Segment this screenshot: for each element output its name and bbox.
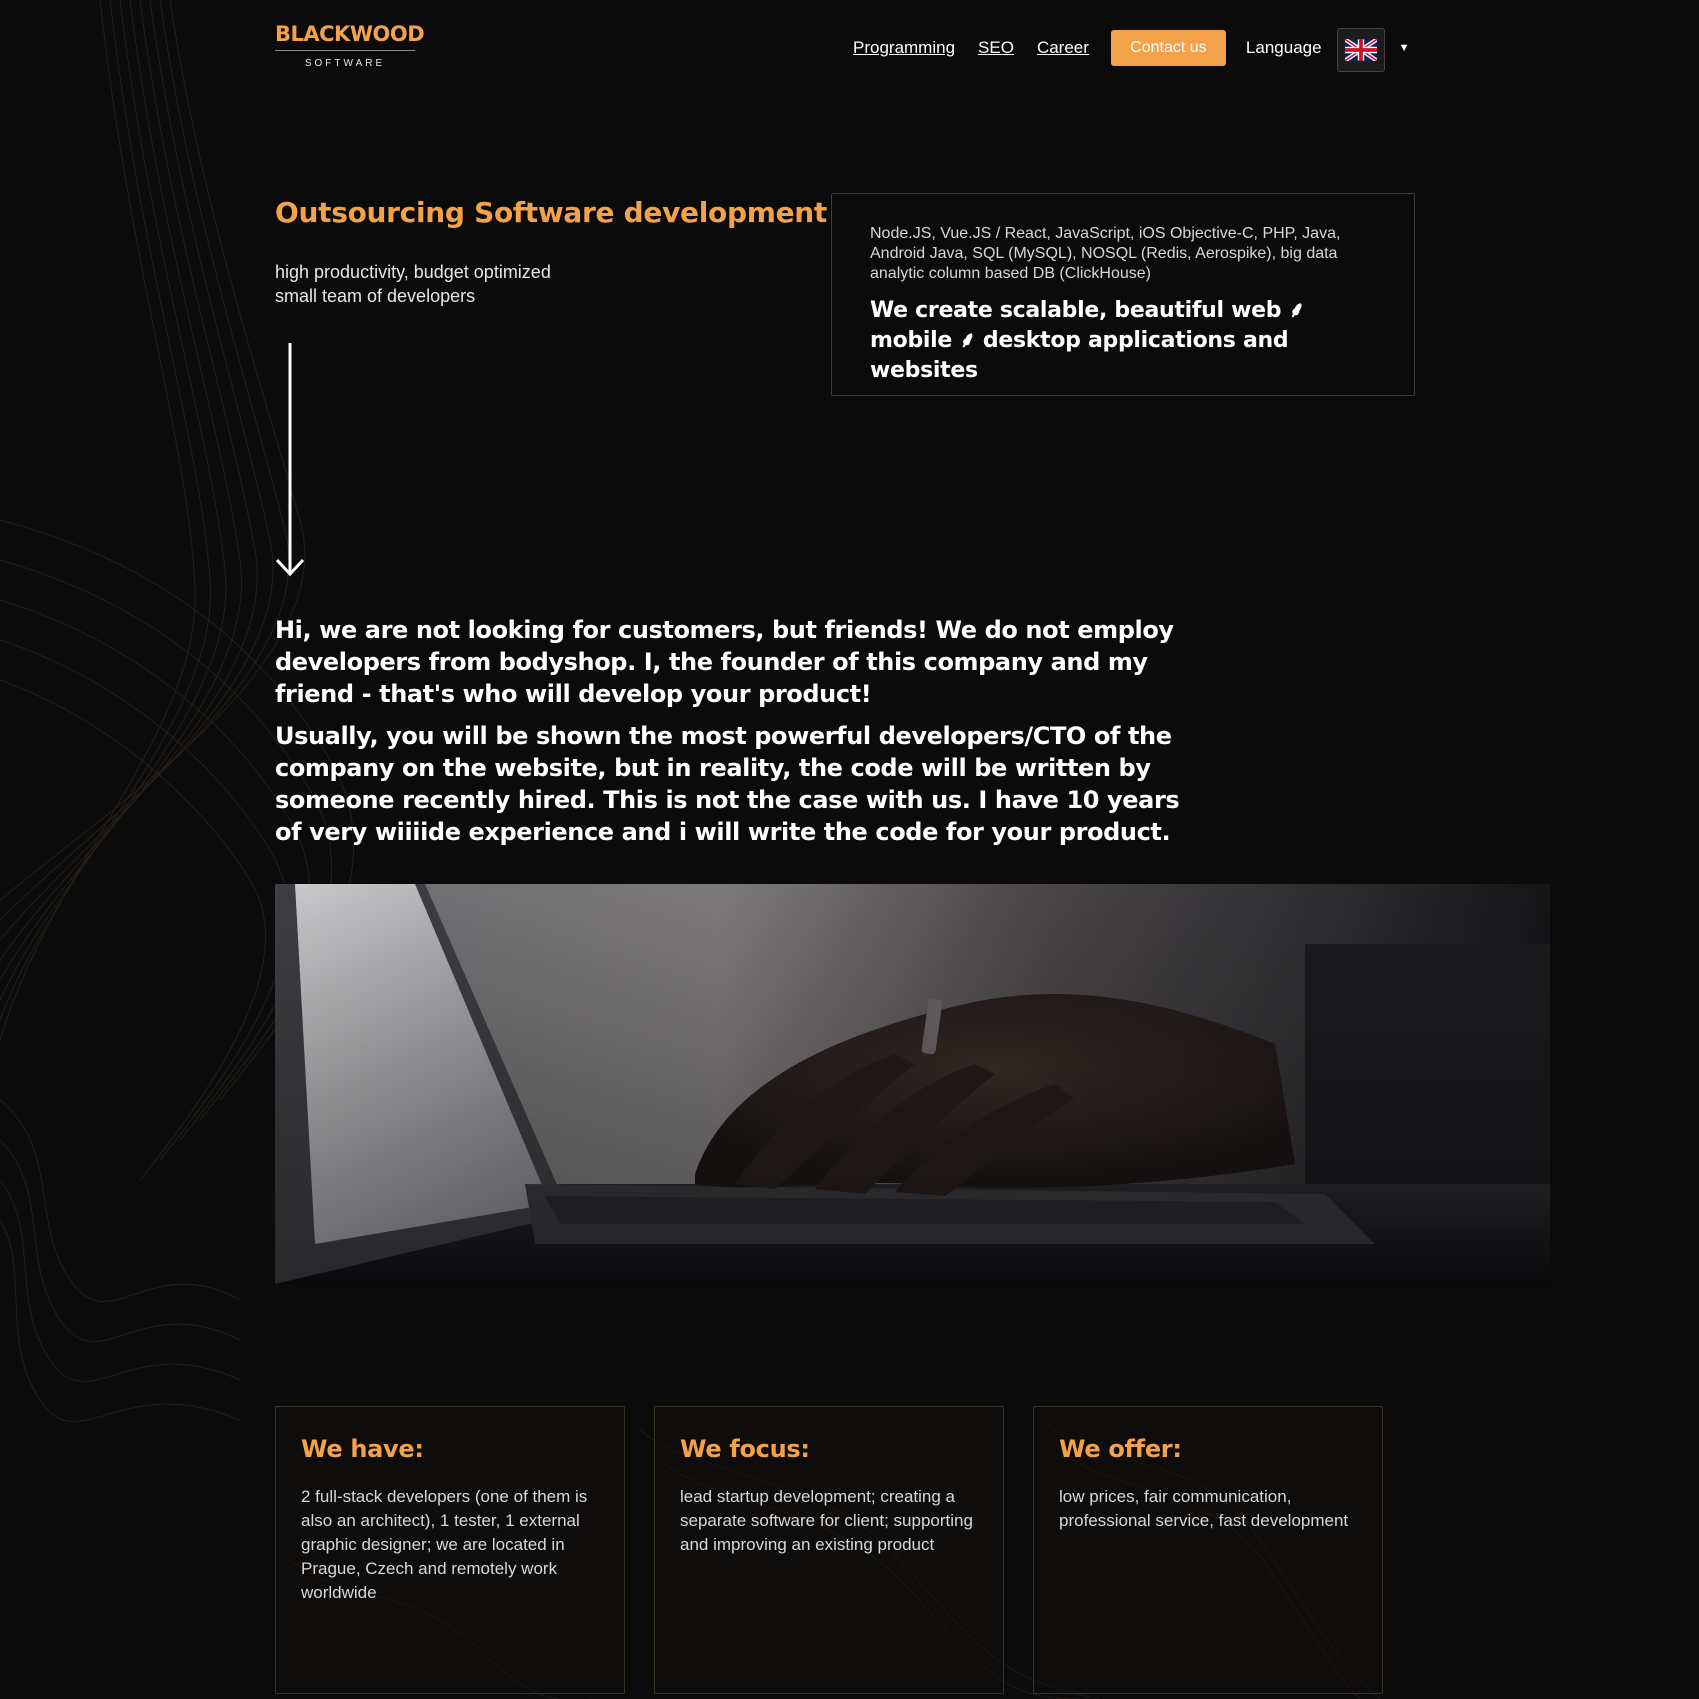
card-we-offer: We offer: low prices, fair communication… [1033, 1406, 1383, 1694]
hero-subtitle-line: small team of developers [275, 286, 476, 306]
nav-link-career[interactable]: Career [1037, 38, 1089, 58]
caret-down-icon[interactable]: ▼ [1399, 42, 1410, 54]
card-we-focus: We focus: lead startup development; crea… [654, 1406, 1004, 1694]
card-title: We focus: [680, 1435, 810, 1463]
hero-subtitle: high productivity, budget optimized smal… [275, 260, 551, 308]
separator-icon: ⸙ [1288, 298, 1306, 323]
page: BLACKWOOD SOFTWARE Programming SEO Caree… [0, 0, 1699, 1699]
intro-paragraph: Hi, we are not looking for customers, bu… [275, 616, 1174, 708]
separator-icon: ⸙ [959, 328, 976, 353]
language-selector[interactable] [1336, 28, 1385, 72]
card-title: We have: [301, 1435, 424, 1463]
uk-flag-icon [1344, 39, 1377, 61]
card-text: lead startup development; creating a sep… [680, 1487, 973, 1554]
tech-headline: We create scalable, beautiful web ⸙ mobi… [870, 296, 1378, 386]
card-text: low prices, fair communication, professi… [1059, 1487, 1349, 1530]
card-title: We offer: [1059, 1435, 1182, 1463]
nav-link-programming[interactable]: Programming [853, 38, 955, 58]
logo-wordmark: BLACKWOOD [275, 22, 425, 51]
arrow-down-icon[interactable] [270, 343, 306, 579]
headline-text: We create scalable, beautiful web [870, 298, 1289, 323]
nav-link-seo[interactable]: SEO [978, 38, 1014, 58]
main-nav: Programming SEO Career Contact us Langua… [853, 28, 1410, 72]
logo-tagline: SOFTWARE [304, 58, 386, 69]
logo[interactable]: BLACKWOOD SOFTWARE [275, 22, 425, 69]
intro-text: Hi, we are not looking for customers, bu… [275, 614, 1195, 848]
tech-stack-box: Node.JS, Vue.JS / React, JavaScript, iOS… [831, 193, 1415, 396]
intro-paragraph: Usually, you will be shown the most powe… [275, 722, 1180, 846]
tech-stack-list: Node.JS, Vue.JS / React, JavaScript, iOS… [870, 225, 1341, 282]
hero-subtitle-line: high productivity, budget optimized [275, 262, 551, 282]
card-we-have: We have: 2 full-stack developers (one of… [275, 1406, 625, 1694]
card-text: 2 full-stack developers (one of them is … [301, 1487, 588, 1602]
contact-us-button[interactable]: Contact us [1110, 30, 1226, 66]
language-label: Language [1245, 38, 1322, 57]
hero-photo-laptop-typing [275, 884, 1550, 1284]
headline-text: mobile [870, 328, 960, 353]
hero-title: Outsourcing Software development [275, 196, 827, 229]
